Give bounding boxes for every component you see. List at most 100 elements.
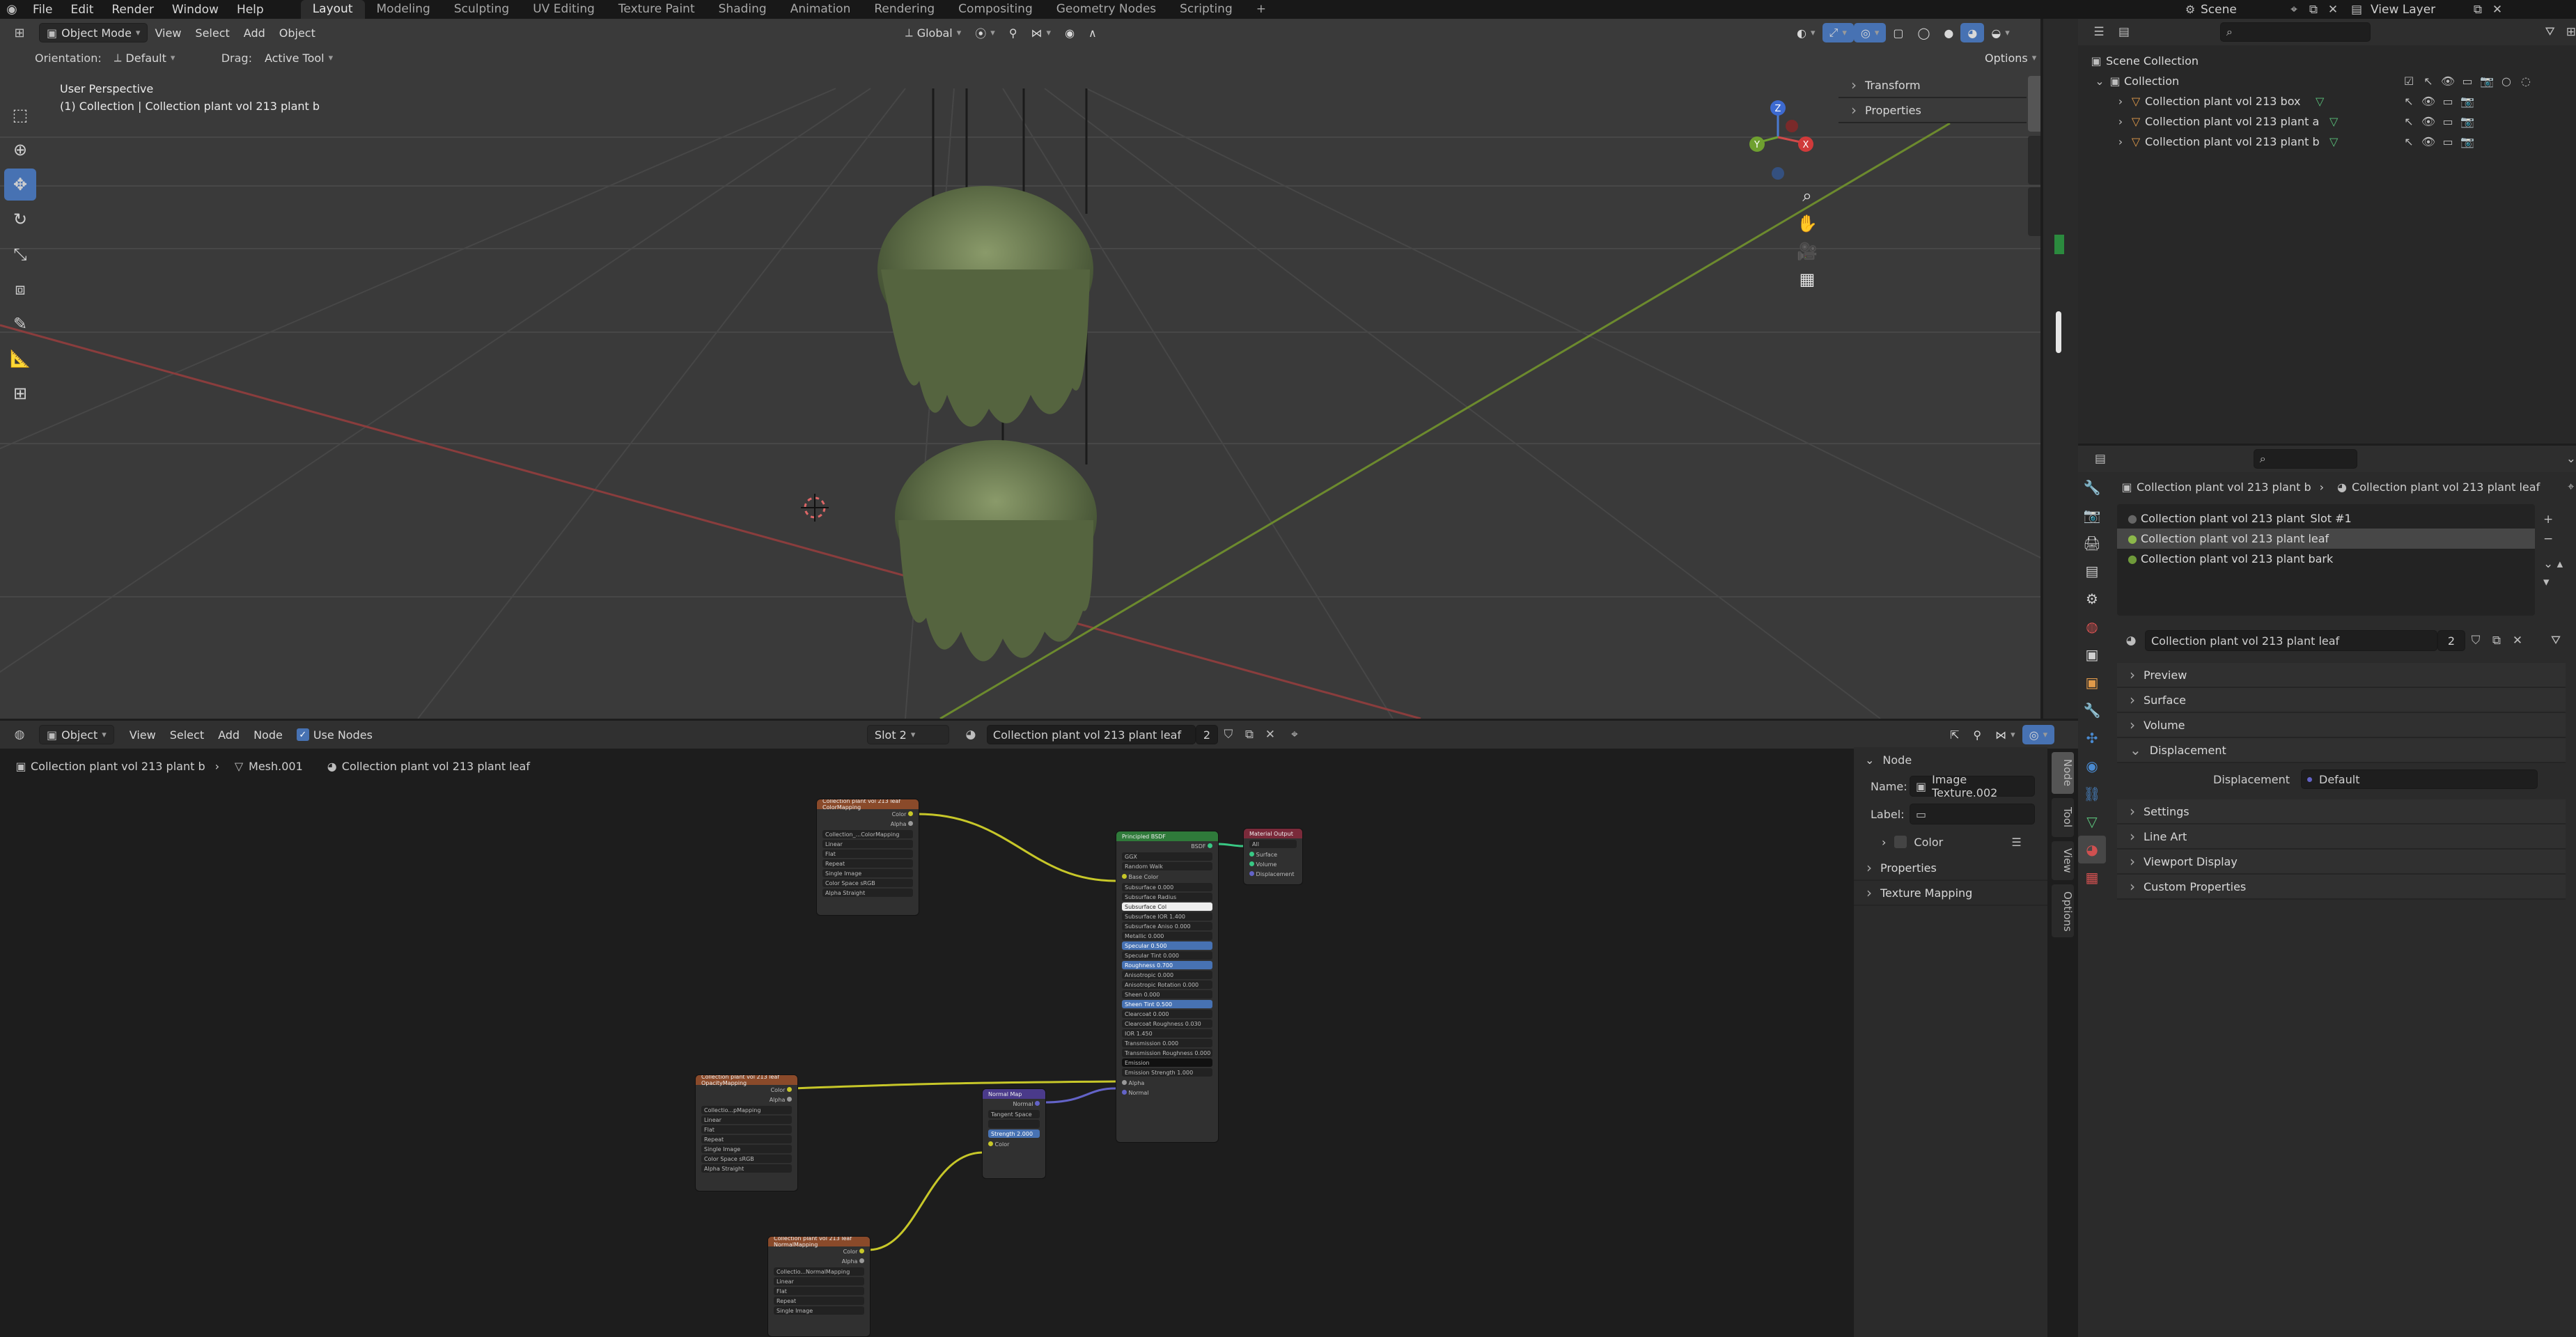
snap-toggle-icon[interactable]: ⚲ xyxy=(1002,23,1024,42)
zoom-icon[interactable]: ⌕ xyxy=(1792,182,1822,210)
node-sidebar-tab-node[interactable]: Node xyxy=(2052,752,2074,794)
outliner-editor-icon[interactable]: ☰ xyxy=(2086,25,2111,39)
material-name-field[interactable]: Collection plant vol 213 plant leaf xyxy=(2145,630,2437,651)
unlink-material-icon[interactable]: ✕ xyxy=(2507,634,2528,648)
scene-icon[interactable]: ⚙ xyxy=(2180,3,2201,16)
snap-target-icon[interactable]: ⋈ xyxy=(1988,725,2022,744)
orientation-select[interactable]: ⟂ Default xyxy=(107,48,205,68)
add-slot-icon[interactable]: + xyxy=(2543,510,2553,529)
workspace-tab-compositing[interactable]: Compositing xyxy=(946,0,1045,19)
node-sidebar-tab-options[interactable]: Options xyxy=(2052,884,2074,937)
delete-scene-icon[interactable]: ✕ xyxy=(2323,3,2343,17)
node-normal-map[interactable]: Normal Map Normal Tangent Space Strength… xyxy=(982,1088,1046,1179)
viewport-menu-view[interactable]: View xyxy=(148,23,188,42)
expand-arrow-icon[interactable]: › xyxy=(2114,115,2127,128)
outliner-collection[interactable]: ⌄ ▣ Collection ☑ ↖ 👁 ▭ 📷 ○ ◌ xyxy=(2086,71,2576,91)
filter-icon[interactable]: ⛛ xyxy=(2545,25,2554,39)
viewport-disable-icon[interactable]: ▭ xyxy=(2458,75,2477,88)
shading-material-icon[interactable]: ◕ xyxy=(1960,23,1985,42)
workspace-tab-uv-editing[interactable]: UV Editing xyxy=(521,0,607,19)
shading-rendered-icon[interactable]: ◒ xyxy=(1984,23,2017,42)
node-image-texture-opacity[interactable]: Collection plant vol 213 leaf OpacityMap… xyxy=(695,1074,798,1191)
pin-icon[interactable]: ⌖ xyxy=(2284,3,2304,17)
outliner-item-plant-b[interactable]: › ▽ Collection plant vol 213 plant b ▽ ↖… xyxy=(2086,132,2576,152)
physics-tab-icon[interactable]: ◉ xyxy=(2078,752,2106,780)
gizmo-toggle-icon[interactable]: ⤢ xyxy=(1822,23,1854,42)
sidebar-tab-view[interactable]: View xyxy=(2028,187,2040,236)
menu-file[interactable]: File xyxy=(24,3,61,17)
world-tab-icon[interactable]: ◍ xyxy=(2078,613,2106,641)
move-tool-icon[interactable]: ✥ xyxy=(4,169,36,201)
workspace-tab-sculpting[interactable]: Sculpting xyxy=(442,0,521,19)
panel-viewport-display[interactable]: Viewport Display xyxy=(2117,850,2566,875)
node-label-input[interactable]: ▭ xyxy=(1910,804,2035,824)
camera-view-icon[interactable]: 🎥 xyxy=(1792,237,1822,265)
object-tab-icon[interactable]: ▣ xyxy=(2078,668,2106,696)
workspace-tab-rendering[interactable]: Rendering xyxy=(862,0,946,19)
workspace-tab-geometry-nodes[interactable]: Geometry Nodes xyxy=(1045,0,1168,19)
outliner-search-input[interactable]: ⌕ xyxy=(2219,22,2371,42)
node-sidebar-tab-tool[interactable]: Tool xyxy=(2052,798,2074,837)
tool-tab-icon[interactable]: 🔧 xyxy=(2078,474,2106,501)
workspace-tab-scripting[interactable]: Scripting xyxy=(1168,0,1244,19)
color-checkbox-icon[interactable] xyxy=(1894,836,1907,848)
exclude-checkbox-icon[interactable]: ☑ xyxy=(2399,75,2419,88)
camera-icon[interactable]: 📷 xyxy=(2458,95,2477,108)
menu-window[interactable]: Window xyxy=(163,3,228,17)
editor-type-icon[interactable]: ⊞ xyxy=(6,26,33,40)
expand-arrow-icon[interactable]: › xyxy=(2114,95,2127,108)
panel-volume[interactable]: Volume xyxy=(2117,713,2566,738)
new-view-layer-icon[interactable]: ⧉ xyxy=(2468,3,2488,17)
scale-tool-icon[interactable]: ⤡ xyxy=(4,238,36,270)
panel-preview[interactable]: Preview xyxy=(2117,663,2566,688)
texture-tab-icon[interactable]: ▦ xyxy=(2078,863,2106,891)
workspace-tab-texture-paint[interactable]: Texture Paint xyxy=(607,0,707,19)
sidebar-panel-transform[interactable]: Transform xyxy=(1839,73,2027,98)
proportional-edit-icon[interactable]: ◉ xyxy=(1058,23,1082,42)
workspace-tab-layout[interactable]: Layout xyxy=(300,0,365,19)
selectable-icon[interactable]: ↖ xyxy=(2399,95,2419,108)
node-principled-bsdf[interactable]: Principled BSDF BSDF GGX Random Walk Base… xyxy=(1116,831,1219,1143)
3d-viewport[interactable]: ⊞ ▣ Object Mode View Select Add Object ⟂… xyxy=(0,19,2040,719)
panel-custom-properties[interactable]: Custom Properties xyxy=(2117,875,2566,900)
move-slot-down-icon[interactable]: ▾ xyxy=(2543,574,2550,591)
shader-node-editor[interactable]: ◍ ▣ Object View Select Add Node ✓ Use No… xyxy=(0,721,2078,1337)
workspace-tab-modeling[interactable]: Modeling xyxy=(365,0,442,19)
node-panel-properties[interactable]: Properties xyxy=(1854,856,2047,881)
duplicate-material-icon[interactable]: ⧉ xyxy=(2486,634,2507,648)
move-slot-up-icon[interactable]: ▴ xyxy=(2557,556,2563,572)
scene-tab-icon[interactable]: ⚙ xyxy=(2078,585,2106,613)
pivot-point-icon[interactable]: ⦿ xyxy=(968,23,1002,42)
camera-icon[interactable]: 📷 xyxy=(2477,75,2497,88)
drag-select[interactable]: Active Tool xyxy=(258,48,340,68)
expand-arrow-icon[interactable]: › xyxy=(2114,135,2127,148)
material-slot-1[interactable]: ● Collection plant vol 213 plant Slot #1 xyxy=(2117,508,2535,529)
particles-tab-icon[interactable]: ✣ xyxy=(2078,724,2106,752)
selectable-icon[interactable]: ↖ xyxy=(2399,115,2419,128)
overlay-icon[interactable]: ◎ xyxy=(2022,725,2055,744)
holdout-icon[interactable]: ○ xyxy=(2497,75,2516,88)
constraints-tab-icon[interactable]: ⛓ xyxy=(2078,780,2106,808)
viewport-disable-icon[interactable]: ▭ xyxy=(2438,115,2458,128)
data-tab-icon[interactable]: ▽ xyxy=(2078,808,2106,836)
node-panel-texture-mapping[interactable]: Texture Mapping xyxy=(1854,881,2047,906)
new-scene-icon[interactable]: ⧉ xyxy=(2304,3,2323,17)
view-layer-name[interactable]: View Layer xyxy=(2371,3,2468,17)
slot-menu-icon[interactable]: ⌄ xyxy=(2543,554,2553,574)
sidebar-tab-tool[interactable]: Tool xyxy=(2028,136,2040,185)
node-section-header[interactable]: ⌄ Node xyxy=(1854,747,2047,772)
properties-search-input[interactable]: ⌕ xyxy=(2253,449,2357,469)
node-sidebar-tab-view[interactable]: View xyxy=(2052,841,2074,880)
properties-editor-icon[interactable]: ▤ xyxy=(2086,452,2114,466)
node-image-texture-normal[interactable]: Collection plant vol 213 leaf NormalMapp… xyxy=(767,1236,871,1337)
transform-orientation-select[interactable]: ⟂ Global xyxy=(898,23,968,42)
overlay-toggle-icon[interactable]: ◎ xyxy=(1853,23,1887,42)
render-tab-icon[interactable]: 📷 xyxy=(2078,501,2106,529)
menu-help[interactable]: Help xyxy=(228,3,273,17)
delete-view-layer-icon[interactable]: ✕ xyxy=(2488,3,2507,17)
workspace-tab-shading[interactable]: Shading xyxy=(707,0,779,19)
scene-name[interactable]: Scene xyxy=(2201,3,2284,17)
options-dropdown-icon[interactable]: ⌄ xyxy=(2566,452,2576,466)
xray-toggle-icon[interactable]: ▢ xyxy=(1886,23,1910,42)
node-name-input[interactable]: ▣ Image Texture.002 xyxy=(1910,773,2035,799)
